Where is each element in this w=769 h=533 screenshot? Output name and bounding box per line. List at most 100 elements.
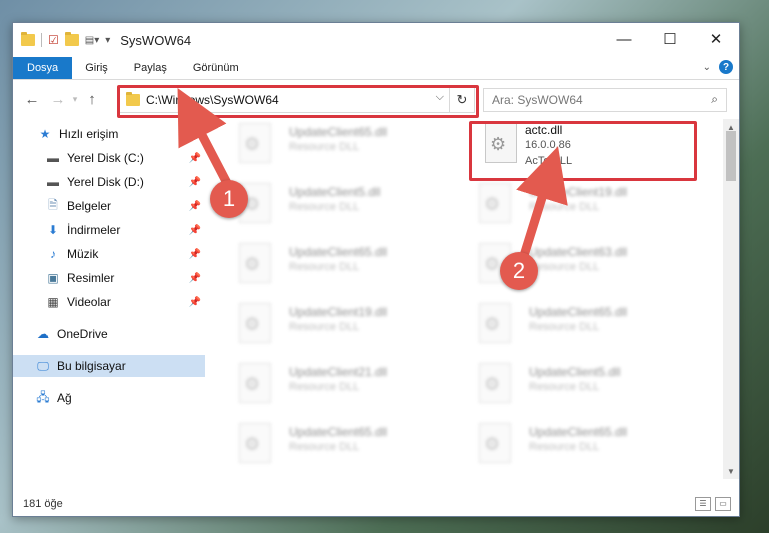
- pin-icon[interactable]: 📌: [189, 273, 201, 284]
- selected-file-highlight-box: [469, 121, 697, 181]
- customize-toolbar-icon[interactable]: ▤▾: [85, 35, 99, 46]
- up-button[interactable]: ↑: [81, 91, 103, 108]
- file-name: UpdateClient5.dll: [289, 185, 381, 199]
- explorer-window: ☑ ▤▾ ▾ SysWOW64 — ☐ ✕ Dosya Giriş Paylaş…: [12, 22, 740, 517]
- download-icon: ⬇: [47, 223, 59, 237]
- item-count: 181 öğe: [23, 498, 63, 510]
- pin-icon[interactable]: 📌: [189, 177, 201, 188]
- list-item[interactable]: ⚙ UpdateClient21.dll Resource DLL: [227, 359, 447, 413]
- sidebar-item-documents[interactable]: 🗎 Belgeler 📌: [13, 195, 205, 217]
- sidebar-item-quick-access[interactable]: ★ Hızlı erişim: [13, 123, 205, 145]
- details-view-icon[interactable]: ☰: [695, 497, 711, 511]
- pin-icon[interactable]: 📌: [189, 225, 201, 236]
- properties-icon[interactable]: ☑: [48, 33, 59, 47]
- list-item[interactable]: ⚙ UpdateClient65.dll Resource DLL: [467, 419, 687, 473]
- sidebar-item-local-disk-d[interactable]: ▬ Yerel Disk (D:) 📌: [13, 171, 205, 193]
- network-icon: 🖧: [36, 389, 50, 404]
- step-badge-1: 1: [210, 180, 248, 218]
- file-type: Resource DLL: [289, 321, 360, 333]
- sidebar-item-videos[interactable]: ▦ Videolar 📌: [13, 291, 205, 313]
- search-input[interactable]: Ara: SysWOW64 ⌕: [483, 88, 727, 112]
- star-icon: ★: [39, 127, 51, 141]
- dll-file-icon: ⚙: [479, 423, 511, 463]
- dll-file-icon: ⚙: [479, 363, 511, 403]
- sidebar-item-label: İndirmeler: [67, 223, 121, 237]
- divider: [41, 33, 42, 47]
- sidebar-item-pictures[interactable]: ▣ Resimler 📌: [13, 267, 205, 289]
- sidebar-item-local-disk-c[interactable]: ▬ Yerel Disk (C:) 📌: [13, 147, 205, 169]
- pin-icon[interactable]: 📌: [189, 201, 201, 212]
- tab-view[interactable]: Görünüm: [180, 57, 252, 79]
- sidebar-item-label: Müzik: [67, 247, 99, 261]
- cloud-icon: ☁: [37, 327, 49, 341]
- forward-button[interactable]: →: [47, 91, 69, 108]
- pin-icon[interactable]: 📌: [189, 249, 201, 260]
- file-type: Resource DLL: [289, 441, 360, 453]
- pin-icon[interactable]: 📌: [189, 153, 201, 164]
- list-item[interactable]: ⚙ UpdateClient19.dll Resource DLL: [227, 299, 447, 353]
- dll-file-icon: ⚙: [239, 363, 271, 403]
- dll-file-icon: ⚙: [239, 243, 271, 283]
- pin-icon[interactable]: 📌: [189, 297, 201, 308]
- file-type: Resource DLL: [529, 321, 600, 333]
- sidebar-item-network[interactable]: 🖧 Ağ: [13, 387, 205, 409]
- vertical-scrollbar[interactable]: ▲ ▼: [723, 119, 739, 479]
- computer-icon: 🖵: [37, 358, 49, 373]
- address-highlight-box: [117, 85, 479, 118]
- list-item[interactable]: ⚙ UpdateClient65.dll Resource DLL: [467, 299, 687, 353]
- drive-icon: ▬: [47, 175, 59, 189]
- back-button[interactable]: ←: [21, 91, 43, 108]
- tab-home[interactable]: Giriş: [72, 57, 121, 79]
- list-item[interactable]: ⚙ UpdateClient65.dll Resource DLL: [227, 419, 447, 473]
- pictures-icon: ▣: [47, 271, 59, 285]
- file-type: Resource DLL: [289, 201, 360, 213]
- sidebar-item-label: Ağ: [57, 391, 72, 405]
- file-name: UpdateClient5.dll: [529, 365, 621, 379]
- navigation-bar: ← → ▾ ↑ C:\Windows\SysWOW64 ⌵ ↻ Ara: Sys…: [13, 80, 739, 118]
- tab-file[interactable]: Dosya: [13, 57, 73, 79]
- dll-file-icon: ⚙: [239, 303, 271, 343]
- navigation-pane: ★ Hızlı erişim ▬ Yerel Disk (C:) 📌 ▬ Yer…: [13, 119, 205, 479]
- large-icons-view-icon[interactable]: ▭: [715, 497, 731, 511]
- sidebar-item-this-pc[interactable]: 🖵 Bu bilgisayar: [13, 355, 205, 377]
- recent-locations-icon[interactable]: ▾: [69, 94, 81, 105]
- sidebar-item-onedrive[interactable]: ☁ OneDrive: [13, 323, 205, 345]
- dll-file-icon: ⚙: [479, 303, 511, 343]
- close-button[interactable]: ✕: [693, 23, 739, 55]
- dll-file-icon: ⚙: [239, 423, 271, 463]
- help-icon[interactable]: ?: [719, 60, 733, 74]
- dll-file-icon: ⚙: [479, 183, 511, 223]
- step-badge-2: 2: [500, 252, 538, 290]
- file-type: Resource DLL: [529, 261, 600, 273]
- list-item[interactable]: ⚙ UpdateClient5.dll Resource DLL: [467, 359, 687, 413]
- search-icon[interactable]: ⌕: [711, 92, 718, 107]
- minimize-button[interactable]: —: [601, 23, 647, 55]
- file-type: Resource DLL: [529, 381, 600, 393]
- maximize-button[interactable]: ☐: [647, 23, 693, 55]
- scrollbar-thumb[interactable]: [726, 131, 736, 181]
- file-name: UpdateClient65.dll: [289, 125, 388, 139]
- list-item[interactable]: ⚙ UpdateClient65.dll Resource DLL: [227, 119, 447, 173]
- video-icon: ▦: [47, 295, 59, 309]
- expand-ribbon-icon[interactable]: ⌄: [703, 62, 711, 73]
- music-icon: ♪: [50, 247, 56, 261]
- dll-file-icon: ⚙: [239, 123, 271, 163]
- sidebar-item-downloads[interactable]: ⬇ İndirmeler 📌: [13, 219, 205, 241]
- sidebar-item-music[interactable]: ♪ Müzik 📌: [13, 243, 205, 265]
- scroll-down-icon[interactable]: ▼: [723, 463, 739, 479]
- list-item[interactable]: ⚙ UpdateClient5.dll Resource DLL: [227, 179, 447, 233]
- toolbar-dropdown-icon[interactable]: ▾: [105, 35, 110, 46]
- list-item[interactable]: ⚙ UpdateClient65.dll Resource DLL: [227, 239, 447, 293]
- sidebar-item-label: Resimler: [67, 271, 115, 285]
- list-item[interactable]: ⚙ UpdateClient19.dll Resource DLL: [467, 179, 687, 233]
- sidebar-item-label: Videolar: [67, 295, 111, 309]
- file-type: Resource DLL: [289, 381, 360, 393]
- drive-icon: ▬: [47, 151, 59, 165]
- new-folder-icon[interactable]: [64, 32, 79, 46]
- status-bar: 181 öğe ☰ ▭: [13, 492, 739, 516]
- tab-share[interactable]: Paylaş: [121, 57, 180, 79]
- file-type: Resource DLL: [289, 141, 360, 153]
- search-placeholder: Ara: SysWOW64: [492, 93, 583, 107]
- file-name: UpdateClient19.dll: [289, 305, 388, 319]
- file-list: ⚙ UpdateClient65.dll Resource DLL ⚙ Upda…: [217, 119, 722, 479]
